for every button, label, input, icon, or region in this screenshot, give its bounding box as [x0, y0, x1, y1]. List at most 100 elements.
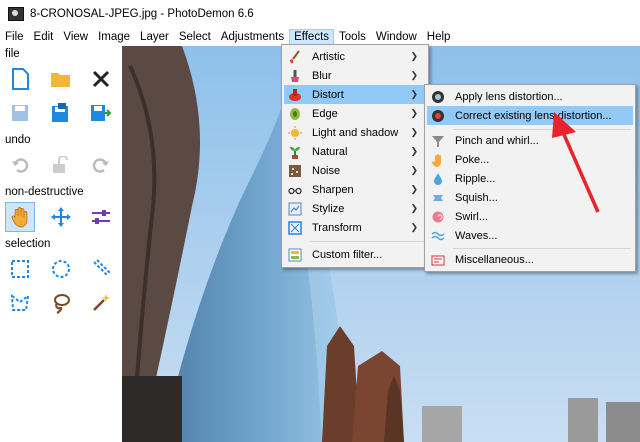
- menu-item-noise[interactable]: Noise ❯: [284, 161, 426, 180]
- menu-item-transform[interactable]: Transform ❯: [284, 218, 426, 237]
- lens-icon: [431, 90, 445, 104]
- plant-icon: [288, 145, 302, 159]
- menu-item-stylize[interactable]: Stylize ❯: [284, 199, 426, 218]
- quick-fix-button[interactable]: [86, 202, 116, 232]
- sliders-icon: [92, 210, 110, 224]
- save-button[interactable]: [5, 98, 35, 128]
- new-image-button[interactable]: [5, 64, 35, 94]
- chevron-right-icon: ❯: [410, 51, 418, 61]
- section-selection-label: selection: [5, 238, 51, 250]
- toolbox: file undo non-destructive selection: [0, 46, 122, 442]
- menu-file[interactable]: File: [0, 29, 29, 45]
- funnel-icon: [431, 134, 445, 148]
- custom-filter-icon: [288, 248, 302, 262]
- undo-icon: [12, 158, 29, 173]
- title-bar: 8-CRONOSAL-JPEG.jpg - PhotoDemon 6.6: [0, 0, 640, 27]
- hand-tool-button[interactable]: [5, 202, 35, 232]
- misc-icon: [431, 253, 445, 267]
- export-button[interactable]: [86, 98, 116, 128]
- line-select-button[interactable]: [86, 254, 116, 284]
- move-icon: [51, 207, 71, 227]
- menu-item-light-and-shadow[interactable]: Light and shadow ❯: [284, 123, 426, 142]
- section-nondestructive-label: non-destructive: [5, 186, 84, 198]
- menu-item-edge[interactable]: Edge ❯: [284, 104, 426, 123]
- menu-effects[interactable]: Effects: [289, 28, 335, 45]
- magic-wand-icon: [93, 294, 110, 311]
- effects-menu: Artistic ❯ Blur ❯ Distort ❯ Edge ❯ Light and…: [281, 44, 429, 268]
- menu-item-custom-filter[interactable]: Custom filter...: [284, 245, 426, 264]
- menu-edit[interactable]: Edit: [29, 29, 59, 45]
- menu-item-artistic[interactable]: Artistic ❯: [284, 47, 426, 66]
- section-file-label: file: [5, 48, 20, 60]
- lens-correct-icon: [431, 109, 445, 123]
- window-title: 8-CRONOSAL-JPEG.jpg - PhotoDemon 6.6: [30, 7, 254, 20]
- move-tool-button[interactable]: [46, 202, 76, 232]
- chevron-right-icon: ❯: [410, 70, 418, 80]
- distort-icon: [288, 88, 302, 102]
- glasses-icon: [288, 183, 302, 197]
- polygon-select-icon: [10, 293, 30, 311]
- hand-icon: [431, 153, 445, 167]
- save-as-button[interactable]: [46, 98, 76, 128]
- menu-item-waves[interactable]: Waves...: [427, 226, 633, 245]
- lasso-icon: [54, 294, 70, 314]
- history-icon: [53, 156, 68, 173]
- chevron-right-icon: ❯: [410, 127, 418, 137]
- rect-select-button[interactable]: [5, 254, 35, 284]
- chevron-right-icon: ❯: [410, 184, 418, 194]
- app-icon: [8, 6, 24, 21]
- close-icon: [92, 70, 110, 88]
- chevron-right-icon: ❯: [410, 146, 418, 156]
- export-icon: [91, 105, 112, 121]
- transform-icon: [288, 220, 302, 235]
- menu-item-blur[interactable]: Blur ❯: [284, 66, 426, 85]
- lasso-select-button[interactable]: [46, 288, 76, 318]
- menu-layer[interactable]: Layer: [135, 29, 174, 45]
- save-as-icon: [52, 103, 68, 122]
- menu-window[interactable]: Window: [371, 29, 422, 45]
- menu-item-miscellaneous[interactable]: Miscellaneous...: [427, 250, 633, 269]
- drop-icon: [431, 172, 445, 186]
- sun-icon: [288, 125, 302, 140]
- menu-image[interactable]: Image: [93, 29, 135, 45]
- open-image-button[interactable]: [46, 64, 76, 94]
- swirl-icon: [431, 210, 445, 224]
- menu-item-distort[interactable]: Distort ❯: [284, 85, 426, 104]
- redo-icon: [92, 158, 109, 173]
- menu-view[interactable]: View: [58, 29, 93, 45]
- stylize-icon: [288, 202, 302, 216]
- undo-button[interactable]: [5, 150, 35, 180]
- line-select-icon: [93, 259, 111, 277]
- new-file-icon: [12, 68, 29, 90]
- section-undo-label: undo: [5, 134, 31, 146]
- menu-help[interactable]: Help: [422, 29, 456, 45]
- polygon-select-button[interactable]: [5, 288, 35, 318]
- menu-select[interactable]: Select: [174, 29, 216, 45]
- chevron-right-icon: ❯: [410, 203, 418, 213]
- redo-button[interactable]: [86, 150, 116, 180]
- menu-separator: [310, 241, 424, 242]
- magic-wand-button[interactable]: [86, 288, 116, 318]
- save-icon: [12, 105, 28, 121]
- menu-item-apply-lens-distortion[interactable]: Apply lens distortion...: [427, 87, 633, 106]
- menu-separator: [453, 248, 631, 249]
- history-button[interactable]: [46, 150, 76, 180]
- menu-tools[interactable]: Tools: [334, 29, 371, 45]
- chevron-right-icon: ❯: [410, 222, 418, 232]
- brush-icon: [288, 69, 302, 83]
- palette-icon: [288, 49, 302, 64]
- edge-icon: [288, 107, 302, 121]
- ellipse-select-icon: [52, 260, 70, 278]
- noise-icon: [288, 164, 302, 178]
- annotation-arrow: [552, 112, 600, 213]
- chevron-right-icon: ❯: [410, 165, 418, 175]
- waves-icon: [431, 229, 445, 243]
- folder-icon: [51, 73, 70, 87]
- chevron-right-icon: ❯: [410, 108, 418, 118]
- menu-item-sharpen[interactable]: Sharpen ❯: [284, 180, 426, 199]
- close-image-button[interactable]: [86, 64, 116, 94]
- menu-item-natural[interactable]: Natural ❯: [284, 142, 426, 161]
- ellipse-select-button[interactable]: [46, 254, 76, 284]
- menu-adjustments[interactable]: Adjustments: [216, 29, 289, 45]
- chevron-right-icon: ❯: [410, 89, 418, 99]
